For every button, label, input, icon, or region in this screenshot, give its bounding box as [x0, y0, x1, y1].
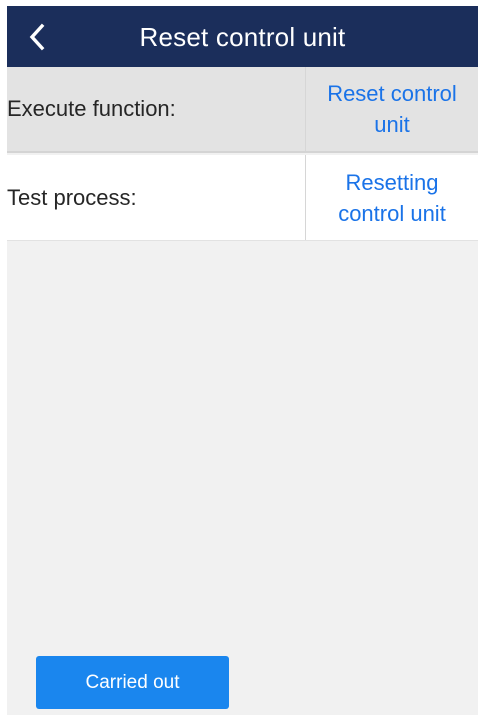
carried-out-button[interactable]: Carried out [36, 656, 229, 709]
execute-function-label: Execute function: [7, 96, 176, 121]
test-process-label: Test process: [7, 184, 137, 210]
info-row-test-process: Test process: Resetting control unit [7, 155, 478, 241]
page-title: Reset control unit [139, 22, 346, 52]
test-process-value: Resetting control unit [305, 155, 478, 240]
app-screen: Reset control unit Execute function: Res… [7, 6, 478, 715]
execute-function-value: Reset control unit [305, 67, 478, 151]
info-row-execute-function: Execute function: Reset control unit [7, 67, 478, 153]
top-bar: Reset control unit [7, 6, 478, 67]
